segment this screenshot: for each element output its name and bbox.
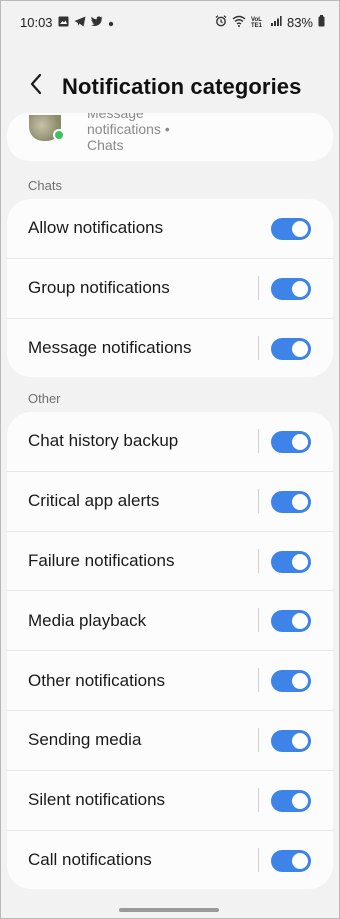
setting-label: Failure notifications — [28, 550, 175, 570]
alarm-icon — [215, 15, 227, 30]
toggle-knob — [290, 551, 310, 572]
other-settings-card: Chat history backup Critical app alerts … — [7, 412, 333, 890]
contact-card-line3: Chats — [87, 137, 124, 153]
setting-label: Chat history backup — [28, 431, 179, 451]
toggle-knob — [290, 432, 310, 452]
row-divider — [258, 335, 259, 360]
telegram-icon — [74, 15, 86, 30]
setting-row-sending-media[interactable]: Sending media — [7, 709, 333, 770]
toggle-knob — [290, 278, 310, 299]
setting-label: Other notifications — [28, 670, 166, 690]
setting-row-chat-history-backup[interactable]: Chat history backup — [7, 412, 333, 471]
setting-label: Silent notifications — [28, 790, 166, 810]
setting-label: Allow notifications — [28, 218, 164, 238]
back-button[interactable] — [21, 71, 51, 101]
toggle-knob — [290, 611, 310, 632]
row-divider — [258, 727, 259, 752]
setting-label: Message notifications — [28, 337, 192, 357]
setting-label: Call notifications — [28, 849, 152, 869]
row-divider — [258, 847, 259, 872]
section-label-other: Other — [28, 391, 61, 406]
toggle-switch[interactable] — [271, 670, 311, 693]
status-right: VoLTE1 83% — [215, 15, 325, 30]
signal-icon — [270, 15, 282, 30]
home-indicator[interactable] — [119, 908, 219, 912]
toggle-switch[interactable] — [271, 729, 311, 752]
dot-icon — [108, 15, 114, 30]
setting-row-silent-notifications[interactable]: Silent notifications — [7, 769, 333, 830]
setting-row-group-notifications[interactable]: Group notifications — [7, 257, 333, 318]
page-title: Notification categories — [62, 74, 302, 99]
toggle-switch[interactable] — [271, 789, 311, 812]
setting-row-critical-app-alerts[interactable]: Critical app alerts — [7, 470, 333, 531]
row-divider — [258, 787, 259, 812]
setting-row-media-playback[interactable]: Media playback — [7, 590, 333, 650]
setting-row-message-notifications[interactable]: Message notifications — [7, 317, 333, 378]
setting-row-allow-notifications[interactable]: Allow notifications — [7, 199, 333, 258]
status-time: 10:03 — [20, 15, 53, 30]
toggle-switch[interactable] — [271, 218, 311, 240]
toggle-knob — [290, 219, 310, 239]
toggle-switch[interactable] — [271, 849, 311, 872]
wifi-icon — [232, 15, 246, 30]
battery-percent: 83% — [286, 15, 313, 30]
row-divider — [258, 548, 259, 573]
chevron-left-icon — [29, 73, 43, 100]
setting-label: Group notifications — [28, 278, 170, 298]
row-divider — [258, 488, 259, 513]
toggle-knob — [290, 790, 310, 811]
contact-card-line2: notifications • — [87, 121, 170, 137]
section-label-chats: Chats — [28, 178, 62, 193]
toggle-knob — [290, 850, 310, 871]
toggle-knob — [290, 730, 310, 751]
row-divider — [258, 275, 259, 300]
gallery-icon — [58, 15, 69, 30]
toggle-switch[interactable] — [271, 550, 311, 573]
toggle-switch[interactable] — [271, 610, 311, 633]
toggle-switch[interactable] — [271, 277, 311, 300]
row-divider — [258, 668, 259, 693]
battery-icon — [318, 15, 325, 30]
setting-label: Media playback — [28, 610, 147, 630]
setting-row-failure-notifications[interactable]: Failure notifications — [7, 530, 333, 591]
online-status-dot — [53, 129, 65, 141]
toggle-knob — [290, 491, 310, 512]
toggle-switch[interactable] — [271, 337, 311, 360]
setting-row-other-notifications[interactable]: Other notifications — [7, 650, 333, 710]
contact-card-text: Message notifications • Chats — [87, 113, 170, 153]
toggle-switch[interactable] — [271, 431, 311, 453]
status-bar: 10:03 VoLTE1 83% — [1, 1, 339, 45]
row-divider — [258, 429, 259, 453]
toggle-switch[interactable] — [271, 490, 311, 513]
setting-label: Sending media — [28, 730, 142, 750]
toggle-knob — [290, 338, 310, 359]
toggle-knob — [290, 671, 310, 692]
setting-row-call-notifications[interactable]: Call notifications — [7, 829, 333, 890]
app-header: Notification categories — [1, 61, 339, 113]
status-left: 10:03 — [20, 15, 114, 30]
contact-card-line1: Message — [87, 113, 144, 121]
twitter-icon — [90, 15, 103, 30]
setting-label: Critical app alerts — [28, 491, 160, 511]
volte-icon: VoLTE1 — [250, 16, 262, 29]
chats-settings-card: Allow notifications Group notifications … — [7, 199, 333, 378]
row-divider — [258, 608, 259, 633]
